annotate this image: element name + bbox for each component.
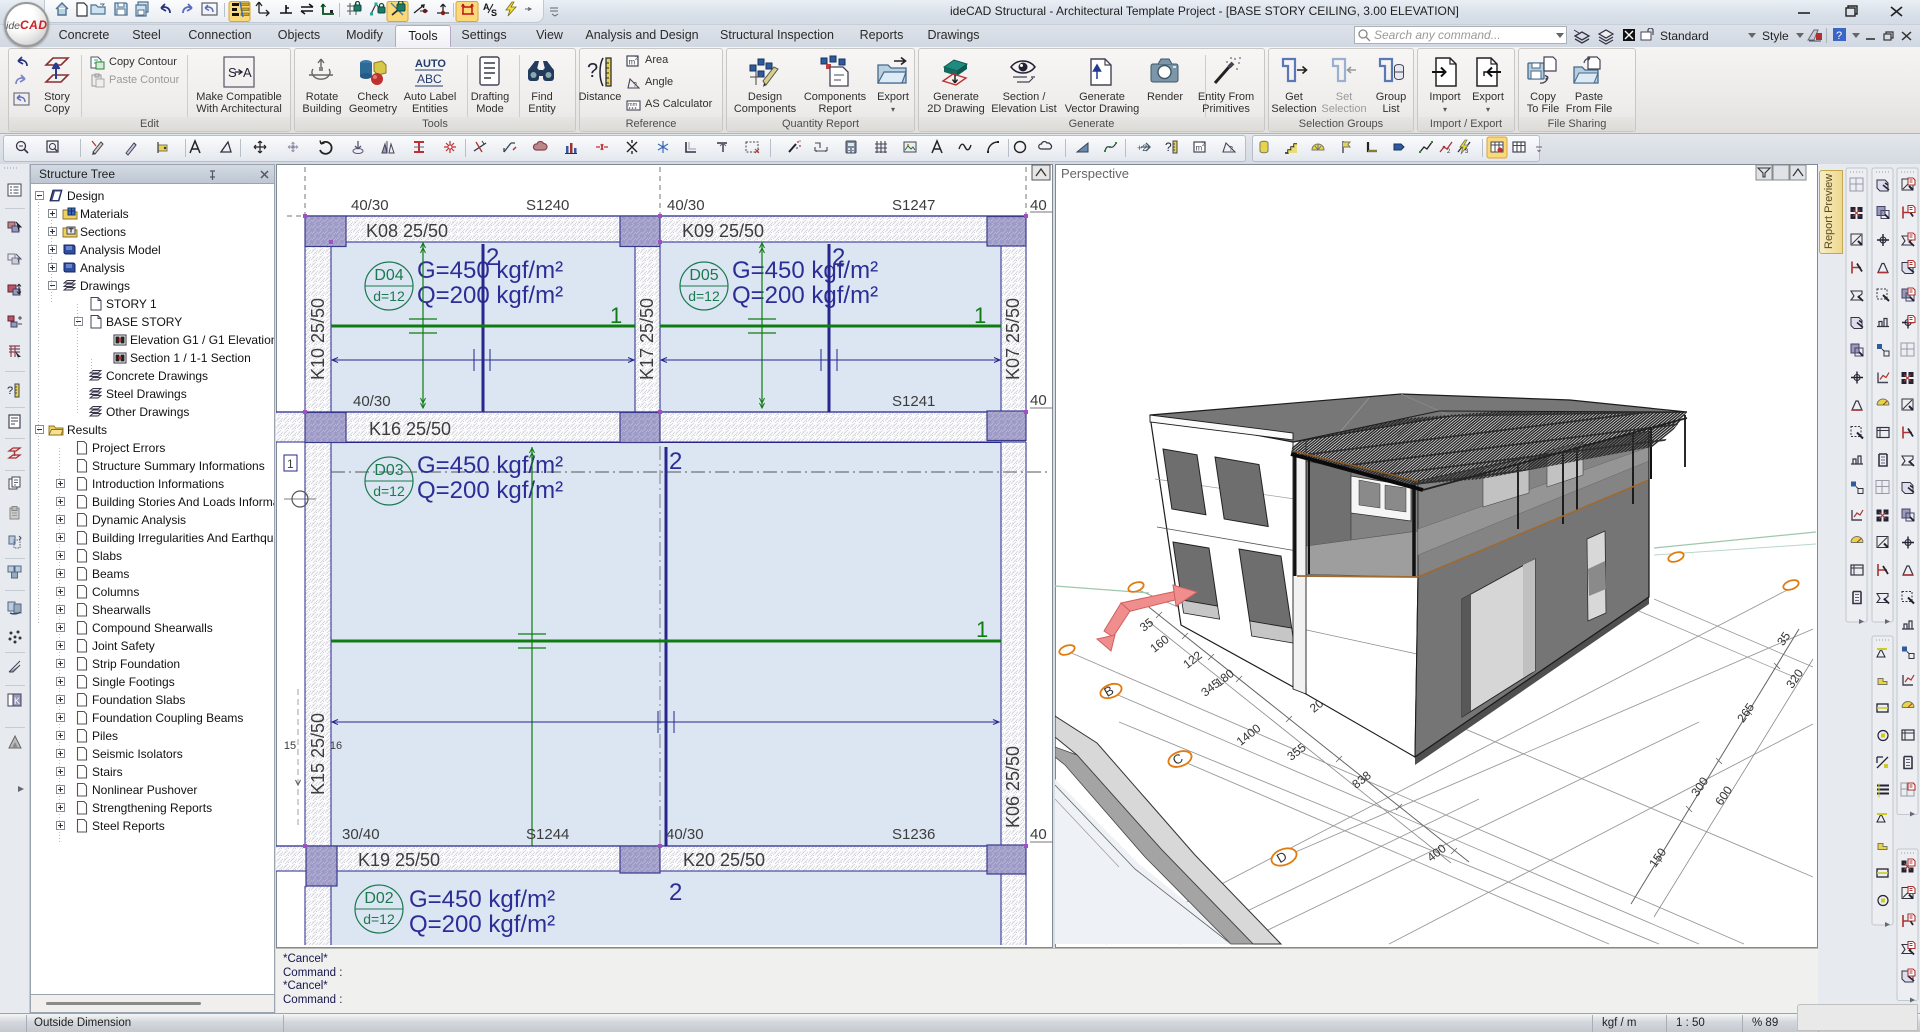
svg-text:150: 150	[1646, 845, 1669, 870]
svg-text:mm: mm	[628, 102, 638, 108]
svg-text:K16 25/50: K16 25/50	[369, 419, 451, 439]
svg-text:355: 355	[1284, 740, 1309, 764]
svg-text:1: 1	[610, 303, 622, 328]
svg-text:A: A	[243, 65, 252, 80]
svg-text:d=12: d=12	[688, 288, 720, 304]
svg-text:D04: D04	[374, 267, 403, 284]
svg-text:265: 265	[1734, 700, 1757, 725]
svg-text:K09 25/50: K09 25/50	[682, 221, 764, 241]
svg-text:40: 40	[1030, 392, 1047, 409]
svg-text:D05: D05	[689, 267, 718, 284]
svg-text:1: 1	[974, 303, 986, 328]
svg-text:+2: +2	[1137, 143, 1147, 153]
svg-text:40: 40	[1030, 197, 1047, 214]
svg-text:122: 122	[1180, 648, 1205, 672]
svg-text:600: 600	[1712, 783, 1735, 808]
svg-text:G=450 kgf/m²: G=450 kgf/m²	[417, 452, 563, 479]
svg-text:320: 320	[1783, 666, 1806, 691]
svg-text:40/30: 40/30	[353, 393, 391, 410]
svg-text:1: 1	[287, 457, 294, 471]
svg-text:?: ?	[1165, 140, 1172, 154]
svg-text:Q=200 kgf/m²: Q=200 kgf/m²	[409, 911, 555, 938]
svg-text:Q=200 kgf/m²: Q=200 kgf/m²	[417, 282, 563, 309]
svg-text:?: ?	[1229, 146, 1233, 153]
svg-text:S1236: S1236	[892, 826, 935, 843]
svg-text:838: 838	[1349, 768, 1374, 792]
svg-text:S1241: S1241	[892, 393, 935, 410]
svg-text:16: 16	[330, 740, 342, 752]
svg-text:2: 2	[669, 448, 682, 475]
svg-text:2: 2	[832, 244, 845, 271]
svg-text:G=450 kgf/m²: G=450 kgf/m²	[409, 886, 555, 913]
svg-text:S: S	[491, 8, 497, 18]
svg-text:K06 25/50: K06 25/50	[1003, 746, 1023, 828]
svg-text:2: 2	[669, 879, 682, 906]
svg-text:?: ?	[7, 385, 13, 397]
svg-text:Perspective: Perspective	[1061, 166, 1129, 181]
svg-text:S1240: S1240	[526, 197, 569, 214]
svg-text:K20 25/50: K20 25/50	[683, 850, 765, 870]
svg-text:2: 2	[486, 244, 499, 271]
svg-text:Q=200 kgf/m²: Q=200 kgf/m²	[417, 477, 563, 504]
svg-text:G=450 kgf/m²: G=450 kgf/m²	[732, 257, 878, 284]
svg-text:2: 2	[1447, 149, 1451, 155]
svg-text:160: 160	[1147, 632, 1172, 656]
svg-text:1: 1	[976, 617, 988, 642]
svg-text:S1244: S1244	[526, 826, 569, 843]
svg-text:?: ?	[633, 82, 637, 89]
svg-text:2: 2	[1202, 142, 1205, 148]
svg-text:D03: D03	[374, 462, 403, 479]
svg-text:30/40: 30/40	[342, 826, 380, 843]
svg-text:40/30: 40/30	[666, 826, 704, 843]
svg-text:K07 25/50: K07 25/50	[1003, 298, 1023, 380]
svg-text:K08 25/50: K08 25/50	[366, 221, 448, 241]
svg-text:Q=200 kgf/m²: Q=200 kgf/m²	[732, 282, 878, 309]
svg-text:?: ?	[1836, 30, 1842, 42]
svg-text:?: ?	[587, 60, 598, 82]
svg-text:D02: D02	[364, 890, 393, 907]
svg-text:K10 25/50: K10 25/50	[308, 298, 328, 380]
svg-text:35: 35	[1774, 629, 1793, 648]
svg-text:2: 2	[635, 56, 638, 62]
svg-text:K: K	[14, 696, 20, 706]
svg-text:S1247: S1247	[892, 197, 935, 214]
svg-text:ABC: ABC	[417, 72, 442, 86]
svg-text:40/30: 40/30	[667, 197, 705, 214]
svg-text:d=12: d=12	[363, 911, 395, 927]
svg-text:40/30: 40/30	[351, 197, 389, 214]
svg-text:40: 40	[1030, 826, 1047, 843]
svg-text:d=12: d=12	[373, 483, 405, 499]
svg-text:35: 35	[1137, 615, 1156, 634]
svg-text:d=12: d=12	[373, 288, 405, 304]
svg-text:K19 25/50: K19 25/50	[358, 850, 440, 870]
svg-text:K17 25/50: K17 25/50	[637, 298, 657, 380]
svg-text:15: 15	[284, 740, 296, 752]
svg-text:K15 25/50: K15 25/50	[308, 713, 328, 795]
